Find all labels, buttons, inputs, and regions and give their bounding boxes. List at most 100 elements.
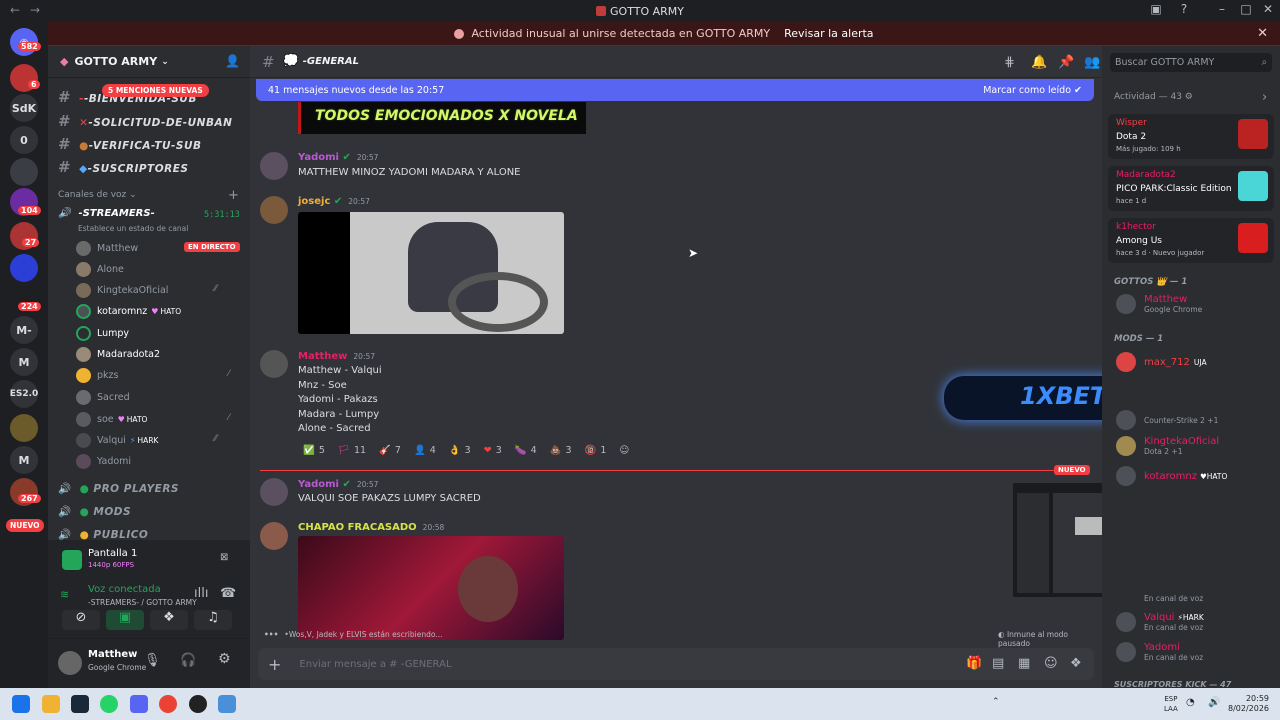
activity-card[interactable]: Wisper Dota 2 Más jugado: 109 h [1108,114,1274,159]
soundboard-button[interactable]: ♫ [194,610,232,630]
disconnect-icon[interactable]: ☎ [220,586,236,601]
microphone-icon[interactable]: 🎙 [144,653,161,668]
avatar[interactable] [260,152,288,180]
server-icon[interactable]: ES2.0 [10,380,38,408]
activity-card[interactable]: k1hector Among Us hace 3 d · Nuevo jugad… [1108,218,1274,263]
voice-user[interactable]: Madaradota2 [76,347,160,362]
add-reaction-icon[interactable]: ☺ [614,441,634,459]
mentions-badge[interactable]: 5 MENCIONES NUEVAS [102,84,209,97]
add-attachment-icon[interactable]: + [268,655,281,674]
reaction[interactable]: 👤 4 [409,441,441,459]
reaction[interactable]: 🎸 7 [374,441,406,459]
gift-icon[interactable]: 🎁 [966,656,982,671]
voice-user[interactable]: Matthew [76,241,138,256]
voice-channel-streamers[interactable]: 🔊 -STREAMERS- [58,208,155,219]
avatar[interactable] [260,478,288,506]
gif-icon[interactable]: ▤ [992,656,1004,671]
avatar[interactable] [58,651,82,675]
member-item[interactable]: Counter-Strike 2 +1 [1116,410,1218,430]
language-indicator[interactable]: ESP LAA [1164,694,1178,714]
reaction[interactable]: 💩 3 [545,441,577,459]
notification-bell-icon[interactable]: 🔔 [1031,55,1047,70]
channel-item[interactable]: # ●-VERIFICA-TU-SUB [58,135,202,153]
app-icon[interactable] [218,695,236,713]
message-author[interactable]: CHAPAO FRACASADO 20:58 [298,522,444,533]
help-icon[interactable]: ? [1174,2,1194,16]
search-input[interactable]: Buscar GOTTO ARMY ⌕ [1110,53,1272,72]
threads-icon[interactable]: ⋕ [1004,55,1015,70]
steam-icon[interactable] [71,695,89,713]
voice-user[interactable]: pkzs [76,368,118,383]
channel-item[interactable]: # ◆-SUSCRIPTORES [58,158,188,176]
obs-icon[interactable] [189,695,207,713]
headphones-icon[interactable]: 🎧 [180,653,196,668]
server-header[interactable]: ◆ GOTTO ARMY ⌄ 👤 [48,46,250,78]
server-icon[interactable]: M [10,446,38,474]
mark-read-button[interactable]: Marcar como leído ✔ [983,85,1082,96]
avatar[interactable] [260,350,288,378]
embed-image[interactable]: TODOS EMOCIONADOS X NOVELA [298,102,586,134]
inbox-icon[interactable]: ▣ [1146,2,1166,16]
volume-icon[interactable]: 🔊 [1208,697,1220,708]
pin-icon[interactable]: 📌 [1058,55,1074,70]
account-name[interactable]: Matthew [88,649,137,660]
screen-share-button[interactable]: ▣ [106,610,144,630]
noise-suppression-icon[interactable]: ıllı [194,586,208,601]
message-author[interactable]: Yadomi ✔ 20:57 [298,152,378,163]
server-icon[interactable] [10,254,38,282]
member-item[interactable]: KingtekaOficial Dota 2 +1 [1116,436,1219,456]
reaction[interactable]: 🍆 4 [510,441,542,459]
reaction[interactable]: 🔞 1 [580,441,612,459]
server-icon[interactable] [10,158,38,186]
voice-user[interactable]: Sacred [76,390,130,405]
invite-people-icon[interactable]: 👤 [225,54,240,68]
server-icon[interactable]: M [10,348,38,376]
voice-category[interactable]: 🔊 ● MODS [58,505,131,518]
settings-gear-icon[interactable]: ⚙ [218,651,231,667]
new-messages-banner[interactable]: 41 mensajes nuevos desde las 20:57 Marca… [256,79,1094,101]
voice-user[interactable]: KingtekaOficial [76,283,168,298]
review-alert-button[interactable]: Revisar la alerta [784,27,873,40]
sticker-icon[interactable]: ▦ [1018,656,1030,671]
voice-user[interactable]: Lumpy [76,326,129,341]
chevron-right-icon[interactable]: › [1262,90,1267,105]
voice-user[interactable]: Alone [76,262,124,277]
voice-user[interactable]: Valqui ⚡ HARK [76,433,158,448]
message-author[interactable]: Matthew 20:57 [298,351,375,362]
stop-share-icon[interactable]: ⊠ [220,552,228,563]
apps-icon[interactable]: ❖ [1070,656,1082,671]
member-item[interactable]: Valqui ⚡HARK En canal de voz [1116,612,1204,632]
reaction[interactable]: 🏳 11 [333,441,371,459]
close-alert-icon[interactable]: ✕ [1257,26,1268,41]
voice-user[interactable]: Yadomi [76,454,131,469]
chrome-icon[interactable] [159,695,177,713]
message-input[interactable]: Enviar mensaje a # -GENERAL [299,659,451,670]
avatar[interactable] [260,522,288,550]
minimize-button[interactable]: – [1212,2,1232,16]
voice-location[interactable]: -STREAMERS- / GOTTO ARMY [88,598,197,607]
reaction[interactable]: 👌 3 [444,441,476,459]
reaction[interactable]: ✅ 5 [298,441,330,459]
voice-user[interactable]: soe ♥ HATO [76,412,147,427]
message-author[interactable]: josejc ✔ 20:57 [298,196,370,207]
server-icon[interactable]: 0 [10,126,38,154]
voice-user[interactable]: kotaromnz ♥ HATO [76,304,181,319]
discord-icon[interactable] [130,695,148,713]
tray-chevron-icon[interactable]: ⌃ [992,697,1000,707]
member-item[interactable]: kotaromnz ♥HATO [1116,466,1227,486]
activity-card[interactable]: Madaradota2 PICO PARK:Classic Edition ha… [1108,166,1274,211]
reaction[interactable]: ❤ 3 [479,441,507,459]
voice-category[interactable]: 🔊 ● PRO PLAYERS [58,482,179,495]
wifi-icon[interactable]: ◔ [1186,697,1195,708]
member-item[interactable]: Matthew Google Chrome [1116,294,1202,314]
clock[interactable]: 20:59 8/02/2026 [1228,694,1269,714]
channel-item[interactable]: # ✕-SOLICITUD-DE-UNBAN [58,112,232,130]
voice-connected-label[interactable]: Voz conectada [88,584,161,595]
channel-status-prompt[interactable]: Establece un estado de canal [78,224,188,233]
whatsapp-icon[interactable] [100,695,118,713]
new-servers-badge[interactable]: NUEVO [6,519,44,532]
member-list-icon[interactable]: 👥 [1084,55,1100,70]
live-badge[interactable]: EN DIRECTO [184,242,240,252]
activities-button[interactable]: ❖ [150,610,188,630]
close-window-button[interactable]: ✕ [1258,2,1278,16]
